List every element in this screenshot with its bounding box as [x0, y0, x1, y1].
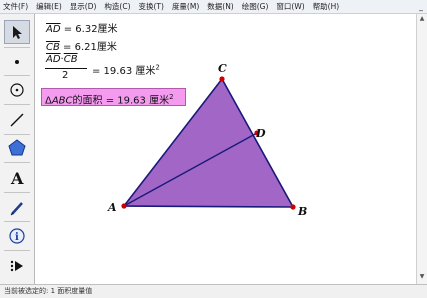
point-c-label[interactable]: C: [218, 62, 227, 75]
vertical-scrollbar[interactable]: ▲ ▼: [416, 14, 427, 284]
formula-denominator: 2: [62, 70, 69, 81]
point-a-label[interactable]: A: [108, 201, 117, 214]
segment-ad-name: AD: [46, 24, 61, 35]
fraction-bar: [45, 68, 87, 69]
measure-ad-value: = 6.32厘米: [63, 24, 118, 35]
segment-cb-name: CB: [46, 42, 60, 53]
formula-result: = 19.63 厘米2: [92, 63, 160, 77]
point-a[interactable]: [121, 203, 127, 209]
point-b-label[interactable]: B: [298, 205, 307, 218]
triangle-area-measure[interactable]: ΔABC的面积 = 19.63 厘米2: [41, 88, 186, 106]
point-d-label[interactable]: D: [256, 127, 266, 140]
point-c[interactable]: [219, 76, 225, 82]
point-b[interactable]: [290, 204, 296, 210]
formula-numerator: AD·CB: [46, 54, 78, 65]
measure-cb[interactable]: CB = 6.21厘米: [46, 38, 117, 53]
measure-ad[interactable]: AD = 6.32厘米: [46, 20, 118, 35]
status-bar: 当前被选定的: 1 面积度量值: [0, 284, 427, 298]
measure-cb-value: = 6.21厘米: [63, 42, 117, 53]
scroll-up-icon[interactable]: ▲: [417, 14, 427, 24]
scroll-down-icon[interactable]: ▼: [417, 272, 427, 282]
